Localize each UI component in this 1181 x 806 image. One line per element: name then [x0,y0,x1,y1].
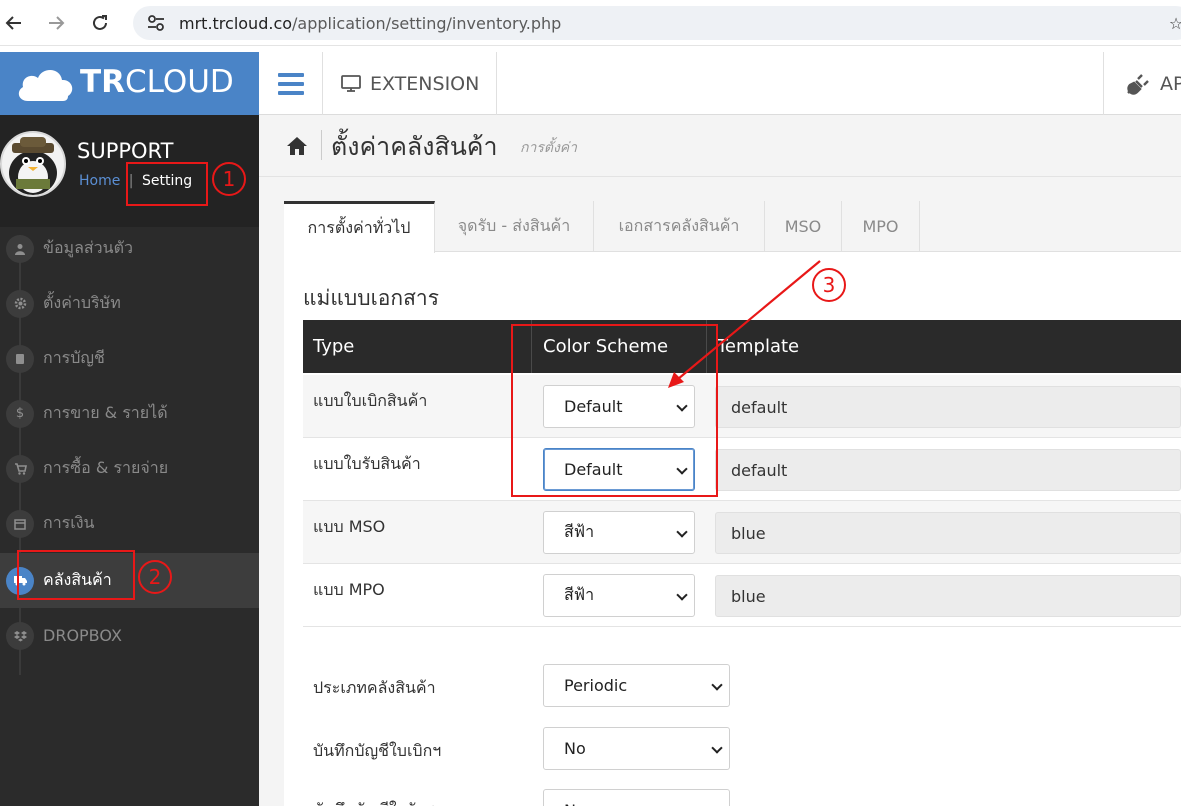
cart-icon [6,454,34,483]
chevron-down-icon [676,526,688,538]
url-path: /application/setting/inventory.php [292,13,562,33]
dropbox-icon [6,621,34,650]
chevron-down-icon [711,742,723,754]
extension-tab[interactable]: EXTENSION [323,52,497,115]
logo-text: TRCLOUD [80,64,234,100]
sidebar-item-label: ตั้งค่าบริษัท [43,293,121,312]
home-icon[interactable] [286,136,308,156]
bookmark-star-icon[interactable]: ☆ [1162,9,1181,37]
extension-label: EXTENSION [370,72,480,95]
tab-mpo[interactable]: MPO [842,201,920,252]
chevron-down-icon [676,589,688,601]
home-link[interactable]: Home [79,173,120,189]
table-row: แบบ MSO สีฟ้า blue [303,501,1181,564]
section-title: แม่แบบเอกสาร [303,286,439,310]
inventory-type-select[interactable]: Periodic [543,664,730,707]
receipt-accounting-select[interactable]: No [543,789,730,806]
reload-icon[interactable] [86,9,114,37]
annotation-number: 1 [212,162,246,196]
logo-bar[interactable]: TRCLOUD [0,52,259,115]
sidebar-item-dropbox[interactable]: DROPBOX [0,608,259,663]
forward-arrow-icon[interactable] [42,9,70,37]
book-icon [6,344,34,373]
row-type: แบบใบเบิกสินค้า [313,391,428,410]
column-header-type: Type [313,336,355,357]
sidebar-item-company-settings[interactable]: ตั้งค่าบริษัท [0,276,259,331]
settings-tabs: การตั้งค่าทั่วไป จุดรับ - ส่งสินค้า เอกส… [284,201,1181,253]
gear-icon [6,289,34,318]
template-field[interactable]: blue [715,512,1181,554]
cloud-logo-icon [18,69,73,101]
plug-icon [1127,73,1149,95]
sidebar-item-sales[interactable]: $ การขาย & รายได้ [0,386,259,441]
sidebar-item-label: การขาย & รายได้ [43,403,168,422]
back-arrow-icon[interactable] [0,9,28,37]
site-settings-icon[interactable] [147,15,165,31]
template-field[interactable]: default [715,449,1181,491]
annotation-box-setting [126,162,208,206]
user-name: SUPPORT [77,139,174,163]
setting-label: บันทึกบัญชีใบรับฯ [313,798,435,806]
tab-inventory-documents[interactable]: เอกสารคลังสินค้า [594,201,765,252]
issue-accounting-select[interactable]: No [543,727,730,770]
sidebar-item-accounting[interactable]: การบัญชี [0,331,259,386]
annotation-number: 2 [138,560,172,594]
sidebar-item-label: การซื้อ & รายจ่าย [43,458,169,477]
top-navbar: EXTENSION API [259,52,1181,115]
annotation-arrow [668,260,821,388]
address-bar[interactable]: mrt.trcloud.co/application/setting/inven… [133,6,1181,40]
row-type: แบบใบรับสินค้า [313,454,421,473]
row-type: แบบ MPO [313,580,385,599]
page-header: ตั้งค่าคลังสินค้า การตั้งค่า [259,115,1181,177]
table-row: แบบใบรับสินค้า Default default [303,438,1181,501]
annotation-box-inventory [17,550,135,600]
header-divider [321,130,322,160]
url-host: mrt.trcloud.co [179,13,293,33]
color-scheme-select[interactable]: สีฟ้า [543,574,695,617]
sidebar-item-label: ข้อมูลส่วนตัว [43,238,133,257]
color-scheme-select[interactable]: สีฟ้า [543,511,695,554]
setting-label: ประเภทคลังสินค้า [313,678,436,697]
chevron-down-icon [711,679,723,691]
setting-label: บันทึกบัญชีใบเบิกฯ [313,741,442,760]
row-type: แบบ MSO [313,517,386,536]
page-subtitle: การตั้งค่า [520,140,578,156]
tab-general[interactable]: การตั้งค่าทั่วไป [284,201,435,253]
sidebar-item-profile[interactable]: ข้อมูลส่วนตัว [0,221,259,276]
sidebar-item-label: การบัญชี [43,348,105,367]
tab-pickup-delivery[interactable]: จุดรับ - ส่งสินค้า [435,201,594,252]
sidebar-item-label: DROPBOX [43,626,122,645]
template-field[interactable]: blue [715,575,1181,617]
sidebar-item-finance[interactable]: การเงิน [0,496,259,551]
sidebar-item-label: การเงิน [43,513,95,532]
browser-toolbar: mrt.trcloud.co/application/setting/inven… [0,0,1181,46]
dollar-icon: $ [6,399,34,428]
table-row: แบบ MPO สีฟ้า blue [303,564,1181,627]
sidebar-item-purchases[interactable]: การซื้อ & รายจ่าย [0,441,259,496]
monitor-icon [341,74,361,92]
api-tab[interactable]: API [1103,52,1181,115]
api-label: API [1160,72,1181,95]
url-text: mrt.trcloud.co/application/setting/inven… [179,14,561,33]
hamburger-menu-icon[interactable] [259,52,323,115]
tab-mso[interactable]: MSO [765,201,842,252]
calendar-icon [6,509,34,538]
user-icon [6,234,34,263]
page-title: ตั้งค่าคลังสินค้า [331,132,498,161]
avatar[interactable] [0,131,66,197]
